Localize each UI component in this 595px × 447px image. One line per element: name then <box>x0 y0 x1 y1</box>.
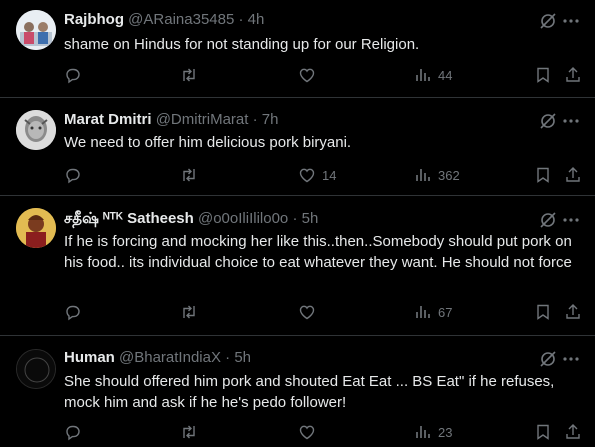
avatar[interactable] <box>16 349 56 389</box>
timestamp[interactable]: 5h <box>234 349 251 366</box>
author-name[interactable]: Marat Dmitri <box>64 111 152 128</box>
author-name[interactable]: சதீஷ் ᴺᵀᴷ Satheesh <box>64 210 194 227</box>
repost-icon <box>183 168 195 182</box>
tweet-header: சதீஷ் ᴺᵀᴷ Satheesh @o0oIliIlilo0o · 5h <box>64 209 318 229</box>
author-name[interactable]: Rajbhog <box>64 11 124 28</box>
reply-button[interactable] <box>64 302 88 322</box>
like-icon <box>299 168 315 183</box>
like-button[interactable]: 14 <box>298 165 336 185</box>
share-button[interactable] <box>564 302 582 322</box>
more-icon[interactable] <box>561 112 581 130</box>
reply-icon <box>66 425 80 441</box>
timestamp[interactable]: 4h <box>248 11 265 28</box>
share-icon <box>566 304 580 319</box>
share-icon <box>566 167 580 182</box>
author-name[interactable]: Human <box>64 349 115 366</box>
bookmark-icon <box>537 67 549 83</box>
tweet-text: She should offered him pork and shouted … <box>64 373 555 411</box>
action-bar: 44 <box>0 65 595 85</box>
bookmark-button[interactable] <box>534 422 552 442</box>
like-icon <box>299 305 315 320</box>
tweet[interactable]: Marat Dmitri @DmitriMarat · 7h We need t… <box>0 98 595 196</box>
grok-icon[interactable] <box>539 112 557 130</box>
more-icon[interactable] <box>561 350 581 368</box>
author-handle[interactable]: @ARaina35485 <box>128 11 234 28</box>
tweet-text: If he is forcing and mocking her like th… <box>64 233 572 271</box>
bookmark-icon <box>537 167 549 183</box>
repost-icon <box>183 305 195 319</box>
tweet[interactable]: சதீஷ் ᴺᵀᴷ Satheesh @o0oIliIlilo0o · 5h I… <box>0 196 595 336</box>
separator-dot: · <box>225 349 231 366</box>
grok-icon[interactable] <box>539 12 557 30</box>
grok-icon[interactable] <box>539 350 557 368</box>
bookmark-icon <box>537 424 549 440</box>
timestamp[interactable]: 7h <box>262 111 279 128</box>
views-count: 23 <box>438 424 453 440</box>
reply-icon <box>66 168 80 184</box>
tweet-header: Human @BharatIndiaX · 5h <box>64 348 251 368</box>
bookmark-button[interactable] <box>534 302 552 322</box>
tweet-text: We need to offer him delicious pork biry… <box>64 134 352 151</box>
separator-dot: · <box>252 111 258 128</box>
views-button[interactable]: 67 <box>414 302 452 322</box>
tweet[interactable]: Human @BharatIndiaX · 5h She should offe… <box>0 336 595 447</box>
grok-icon[interactable] <box>539 211 557 229</box>
repost-button[interactable] <box>180 422 204 442</box>
timestamp[interactable]: 5h <box>302 210 319 227</box>
views-count: 67 <box>438 304 453 320</box>
repost-button[interactable] <box>180 302 204 322</box>
avatar[interactable] <box>16 208 56 248</box>
share-icon <box>566 67 580 82</box>
views-button[interactable]: 44 <box>414 65 452 85</box>
like-button[interactable] <box>298 422 322 442</box>
bookmark-button[interactable] <box>534 65 552 85</box>
action-bar: 67 <box>0 302 595 322</box>
tweet[interactable]: Rajbhog @ARaina35485 · 4h shame on Hindu… <box>0 0 595 98</box>
reply-button[interactable] <box>64 422 88 442</box>
more-icon[interactable] <box>561 12 581 30</box>
reply-button[interactable] <box>64 165 88 185</box>
like-count: 14 <box>322 167 337 183</box>
repost-icon <box>183 425 195 439</box>
repost-button[interactable] <box>180 165 204 185</box>
avatar[interactable] <box>16 10 56 50</box>
repost-icon <box>183 68 195 82</box>
author-handle[interactable]: @o0oIliIlilo0o <box>198 210 288 227</box>
views-icon <box>416 426 430 438</box>
separator-dot: · <box>238 11 244 28</box>
share-button[interactable] <box>564 65 582 85</box>
bookmark-button[interactable] <box>534 165 552 185</box>
share-button[interactable] <box>564 422 582 442</box>
views-button[interactable]: 362 <box>414 165 460 185</box>
tweet-text: shame on Hindus for not standing up for … <box>64 36 420 53</box>
like-icon <box>299 68 315 83</box>
reply-icon <box>66 305 80 321</box>
views-icon <box>416 69 430 81</box>
repost-button[interactable] <box>180 65 204 85</box>
action-bar: 14 362 <box>0 165 595 185</box>
share-button[interactable] <box>564 165 582 185</box>
views-icon <box>416 306 430 318</box>
reply-button[interactable] <box>64 65 88 85</box>
like-button[interactable] <box>298 302 322 322</box>
reply-icon <box>66 68 80 84</box>
bookmark-icon <box>537 304 549 320</box>
views-count: 362 <box>438 167 460 183</box>
more-icon[interactable] <box>561 211 581 229</box>
share-icon <box>566 424 580 439</box>
views-count: 44 <box>438 67 453 83</box>
avatar[interactable] <box>16 110 56 150</box>
like-button[interactable] <box>298 65 322 85</box>
like-icon <box>299 425 315 440</box>
tweet-header: Marat Dmitri @DmitriMarat · 7h <box>64 110 278 130</box>
separator-dot: · <box>292 210 298 227</box>
action-bar: 23 <box>0 422 595 442</box>
views-button[interactable]: 23 <box>414 422 452 442</box>
views-icon <box>416 169 430 181</box>
author-handle[interactable]: @DmitriMarat <box>156 111 249 128</box>
author-handle[interactable]: @BharatIndiaX <box>119 349 221 366</box>
tweet-header: Rajbhog @ARaina35485 · 4h <box>64 10 264 30</box>
